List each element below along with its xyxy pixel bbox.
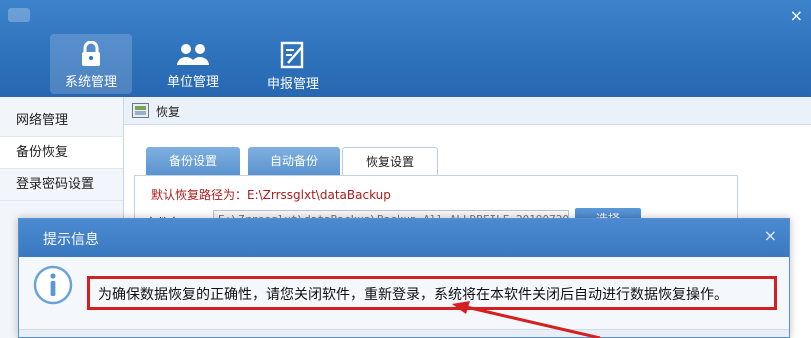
tab-label: 自动备份 — [269, 154, 318, 168]
tab-label: 恢复设置 — [365, 155, 414, 169]
dialog-footer — [19, 329, 789, 337]
tab-auto-backup[interactable]: 自动备份 — [248, 147, 340, 175]
edit-form-icon — [280, 41, 304, 69]
info-dialog: 提示信息 × 为确保数据恢复的正确性，请您关闭软件，重新登录，系统将在本软件关闭… — [18, 218, 790, 338]
message-highlight-box: 为确保数据恢复的正确性，请您关闭软件，重新登录，系统将在本软件关闭后自动进行数据… — [87, 276, 777, 310]
nav-unit-management[interactable]: 单位管理 — [152, 34, 234, 94]
sidebar-item-label: 登录密码设置 — [16, 177, 95, 192]
dialog-body: 为确保数据恢复的正确性，请您关闭软件，重新登录，系统将在本软件关闭后自动进行数据… — [19, 257, 789, 329]
dialog-close-button[interactable]: × — [764, 228, 777, 244]
window-close-button[interactable]: × — [790, 8, 803, 24]
nav-system-management[interactable]: 系统管理 — [50, 34, 132, 94]
sidebar-item-label: 网络管理 — [16, 113, 69, 128]
tab-label: 备份设置 — [168, 154, 217, 168]
breadcrumb: 恢复 — [124, 97, 811, 125]
sidebar-item-backup-restore[interactable]: 备份恢复 — [0, 137, 123, 169]
nav-label: 系统管理 — [64, 75, 117, 90]
users-icon — [177, 44, 209, 65]
nav-label: 单位管理 — [166, 75, 219, 90]
lock-icon — [82, 41, 100, 66]
info-icon — [33, 265, 73, 305]
breadcrumb-label: 恢复 — [156, 105, 181, 119]
dialog-title: 提示信息 — [43, 232, 99, 248]
sidebar-item-login-password[interactable]: 登录密码设置 — [0, 169, 123, 201]
dialog-titlebar: 提示信息 × — [19, 219, 789, 257]
dialog-message: 为确保数据恢复的正确性，请您关闭软件，重新登录，系统将在本软件关闭后自动进行数据… — [98, 287, 728, 303]
nav-label: 申报管理 — [266, 77, 319, 92]
restore-icon — [132, 103, 149, 118]
default-restore-path: 默认恢复路径为：E:\Zrrssglxt\dataBackup — [151, 188, 391, 202]
top-header: × 系统管理 单位管理 申报管理 — [0, 0, 811, 97]
tab-backup-settings[interactable]: 备份设置 — [146, 147, 240, 175]
sidebar-item-network[interactable]: 网络管理 — [0, 105, 123, 137]
tab-restore-settings[interactable]: 恢复设置 — [342, 147, 438, 176]
app-logo — [8, 8, 30, 22]
sidebar-item-label: 备份恢复 — [16, 145, 69, 160]
nav-report-management[interactable]: 申报管理 — [252, 34, 334, 94]
